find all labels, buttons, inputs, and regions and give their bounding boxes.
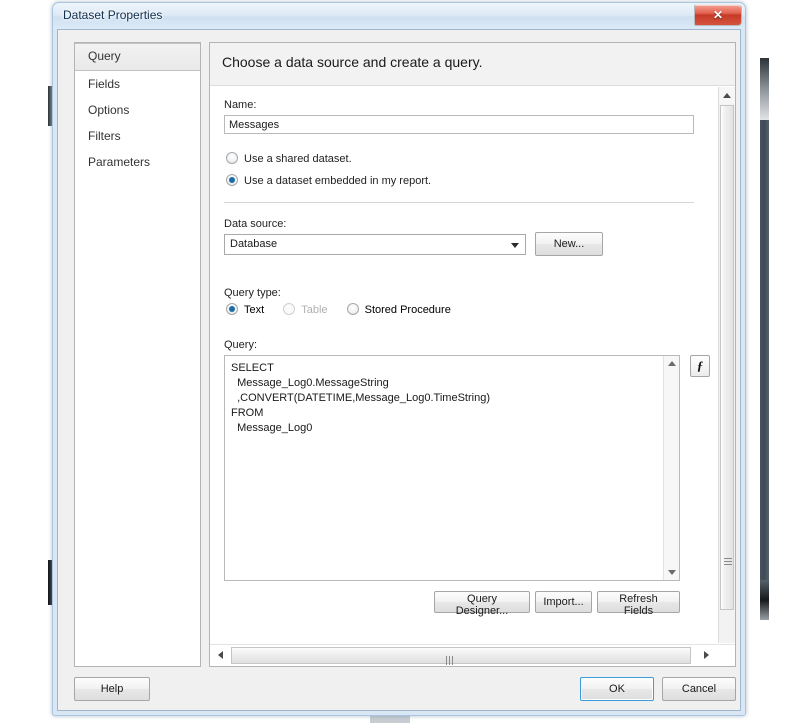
- help-button[interactable]: Help: [74, 677, 150, 701]
- section-divider: [224, 202, 694, 203]
- scrollbar-grip-icon: [724, 558, 732, 565]
- query-type-table-option[interactable]: Table: [283, 303, 328, 316]
- panel-header: Choose a data source and create a query.: [210, 43, 735, 86]
- scroll-right-icon[interactable]: [698, 647, 715, 664]
- dataset-name-input[interactable]: [224, 115, 694, 134]
- query-type-text-label: Text: [244, 304, 265, 316]
- query-type-stored-procedure-label: Stored Procedure: [364, 304, 451, 316]
- vertical-scrollbar-thumb[interactable]: [720, 105, 734, 610]
- panel-body: Name: Use a shared dataset. Use a datase…: [210, 87, 735, 643]
- embedded-dataset-radio[interactable]: [226, 174, 238, 186]
- name-label: Name:: [224, 99, 257, 111]
- panel-horizontal-scrollbar[interactable]: [210, 644, 735, 666]
- expression-button[interactable]: ƒ: [690, 355, 710, 377]
- query-type-options: Text Table Stored Procedure: [226, 303, 467, 316]
- shared-dataset-radio[interactable]: [226, 152, 238, 164]
- dialog-body: Query Fields Options Filters Parameters …: [57, 29, 741, 711]
- shared-dataset-label: Use a shared dataset.: [244, 153, 352, 165]
- cancel-button[interactable]: Cancel: [662, 677, 736, 701]
- page-title: Choose a data source and create a query.: [222, 54, 483, 70]
- query-type-text-radio[interactable]: [226, 303, 238, 315]
- query-editor[interactable]: SELECT Message_Log0.MessageString ,CONVE…: [224, 355, 680, 581]
- shared-dataset-radio-row[interactable]: Use a shared dataset.: [226, 152, 352, 165]
- scrollbar-grip-icon: [446, 652, 455, 665]
- dataset-properties-dialog: Dataset Properties ✕ Query Fields Option…: [52, 2, 746, 716]
- content-panel: Choose a data source and create a query.…: [209, 42, 736, 667]
- query-type-table-radio[interactable]: [283, 303, 296, 315]
- close-button[interactable]: ✕: [694, 4, 742, 26]
- query-label: Query:: [224, 339, 258, 351]
- background-taskbar-tab: [370, 716, 410, 723]
- horizontal-scrollbar-thumb[interactable]: [231, 647, 691, 665]
- data-source-selected-value: Database: [230, 238, 278, 250]
- sidebar-item-parameters[interactable]: Parameters: [75, 149, 200, 175]
- import-button[interactable]: Import...: [535, 591, 592, 613]
- background-app-strip-right-bottom: [760, 580, 769, 620]
- title-bar[interactable]: Dataset Properties ✕: [53, 3, 745, 29]
- scroll-up-icon[interactable]: [719, 87, 735, 104]
- data-source-label: Data source:: [224, 218, 287, 230]
- window-title: Dataset Properties: [63, 8, 163, 22]
- data-source-select[interactable]: Database: [224, 234, 526, 255]
- close-icon: ✕: [712, 8, 724, 22]
- query-designer-button[interactable]: Query Designer...: [434, 591, 530, 617]
- query-type-stored-procedure-radio[interactable]: [346, 303, 359, 315]
- embedded-dataset-radio-row[interactable]: Use a dataset embedded in my report.: [226, 174, 431, 187]
- sidebar-item-query[interactable]: Query: [75, 43, 200, 71]
- chevron-down-icon: [511, 243, 519, 248]
- sidebar-nav: Query Fields Options Filters Parameters: [74, 42, 201, 667]
- screen: Dataset Properties ✕ Query Fields Option…: [0, 0, 800, 723]
- query-text[interactable]: SELECT Message_Log0.MessageString ,CONVE…: [231, 361, 657, 436]
- scroll-down-icon[interactable]: [668, 570, 676, 575]
- query-action-buttons: Query Designer... Import... Refresh Fiel…: [210, 591, 694, 617]
- query-editor-scrollbar[interactable]: [663, 356, 679, 580]
- sidebar-item-fields[interactable]: Fields: [75, 71, 200, 97]
- query-type-table-label: Table: [301, 304, 328, 316]
- new-data-source-button[interactable]: New...: [535, 232, 603, 256]
- query-type-label: Query type:: [224, 287, 281, 299]
- background-app-strip-right-top: [760, 58, 769, 120]
- panel-vertical-scrollbar[interactable]: [718, 87, 735, 643]
- scroll-up-icon[interactable]: [668, 361, 676, 366]
- embedded-dataset-label: Use a dataset embedded in my report.: [244, 175, 432, 187]
- ok-button[interactable]: OK: [580, 677, 654, 701]
- refresh-fields-button[interactable]: Refresh Fields: [597, 591, 680, 617]
- sidebar-item-filters[interactable]: Filters: [75, 123, 200, 149]
- sidebar-item-options[interactable]: Options: [75, 97, 200, 123]
- scroll-left-icon[interactable]: [212, 647, 229, 664]
- background-app-strip-right: [760, 120, 769, 580]
- query-type-stored-procedure-option[interactable]: Stored Procedure: [346, 303, 451, 316]
- query-type-text-option[interactable]: Text: [226, 303, 264, 316]
